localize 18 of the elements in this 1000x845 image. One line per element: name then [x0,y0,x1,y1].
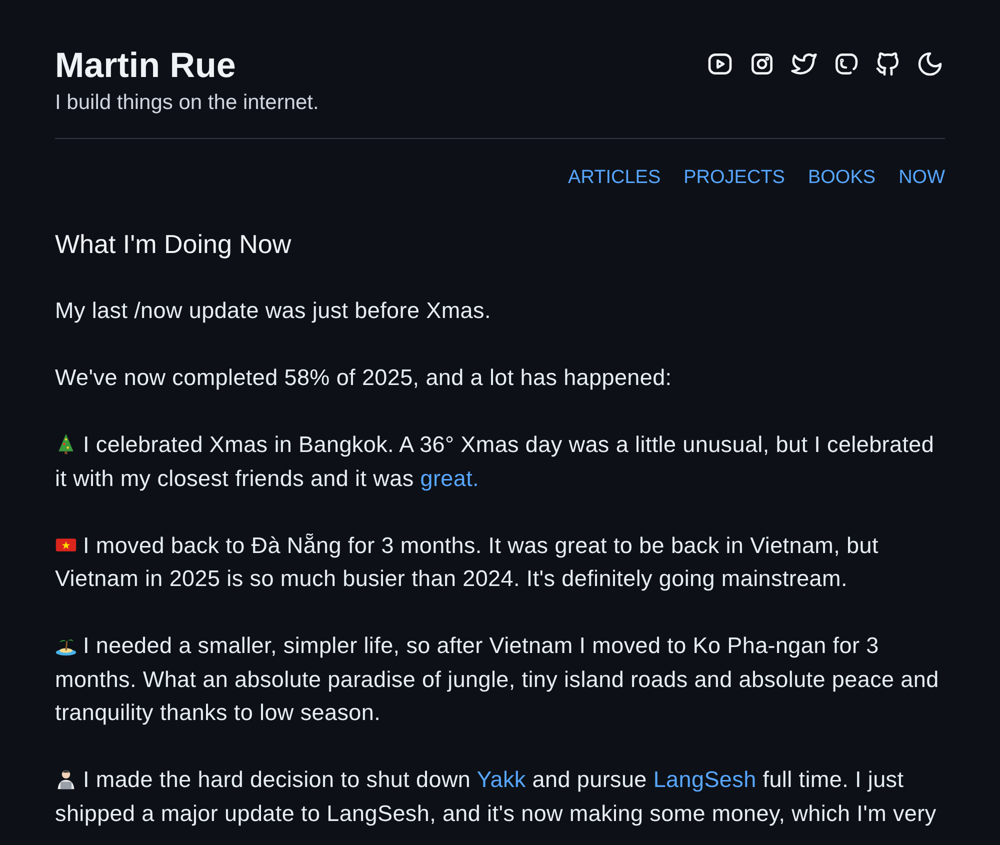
inline-link[interactable]: great. [420,466,479,490]
person-at-laptop-icon [55,768,77,790]
paragraph: I celebrated Xmas in Bangkok. A 36° Xmas day was a little unusual, but I celebrated it with my closest friends and it was great. [55,431,936,493]
paragraph: We've now completed 58% of 2025, and a lot has happened: [55,364,673,392]
nav-link[interactable]: BOOKS [808,165,876,191]
inline-link[interactable]: Yakk [476,767,526,792]
inline-link[interactable]: LangSesh [653,767,756,792]
paragraph: My last /now update was just before Xmas. [55,297,492,325]
moon-icon[interactable] [916,50,944,78]
paragraph: I needed a smaller, simpler life, so after Vietnam I moved to Ko Pha-ngan for 3 months. What an absolute paradise of jungle, tiny island roads and absolute peace and tranquility thanks to low season. [55,632,940,727]
site-title[interactable]: Martin Rue [55,44,319,88]
paragraph: I made the hard decision to shut down Yakk and pursue LangSesh full time. I just shipped a major update to LangSesh, and it's now making some money, which I'm very [55,766,938,828]
paragraph: I moved back to Đà Nẵng for 3 months. It was great to be back in Vietnam, but Vietnam in 2025 is so much busier than 2024. It's definitely going mainstream. [55,532,880,593]
nav-link[interactable]: PROJECTS [684,165,785,191]
nav-link[interactable]: NOW [898,165,945,191]
section-heading: What I'm Doing Now [55,228,292,261]
nav-link[interactable]: ARTICLES [568,165,661,191]
tagline: I build things on the internet. [55,90,319,116]
